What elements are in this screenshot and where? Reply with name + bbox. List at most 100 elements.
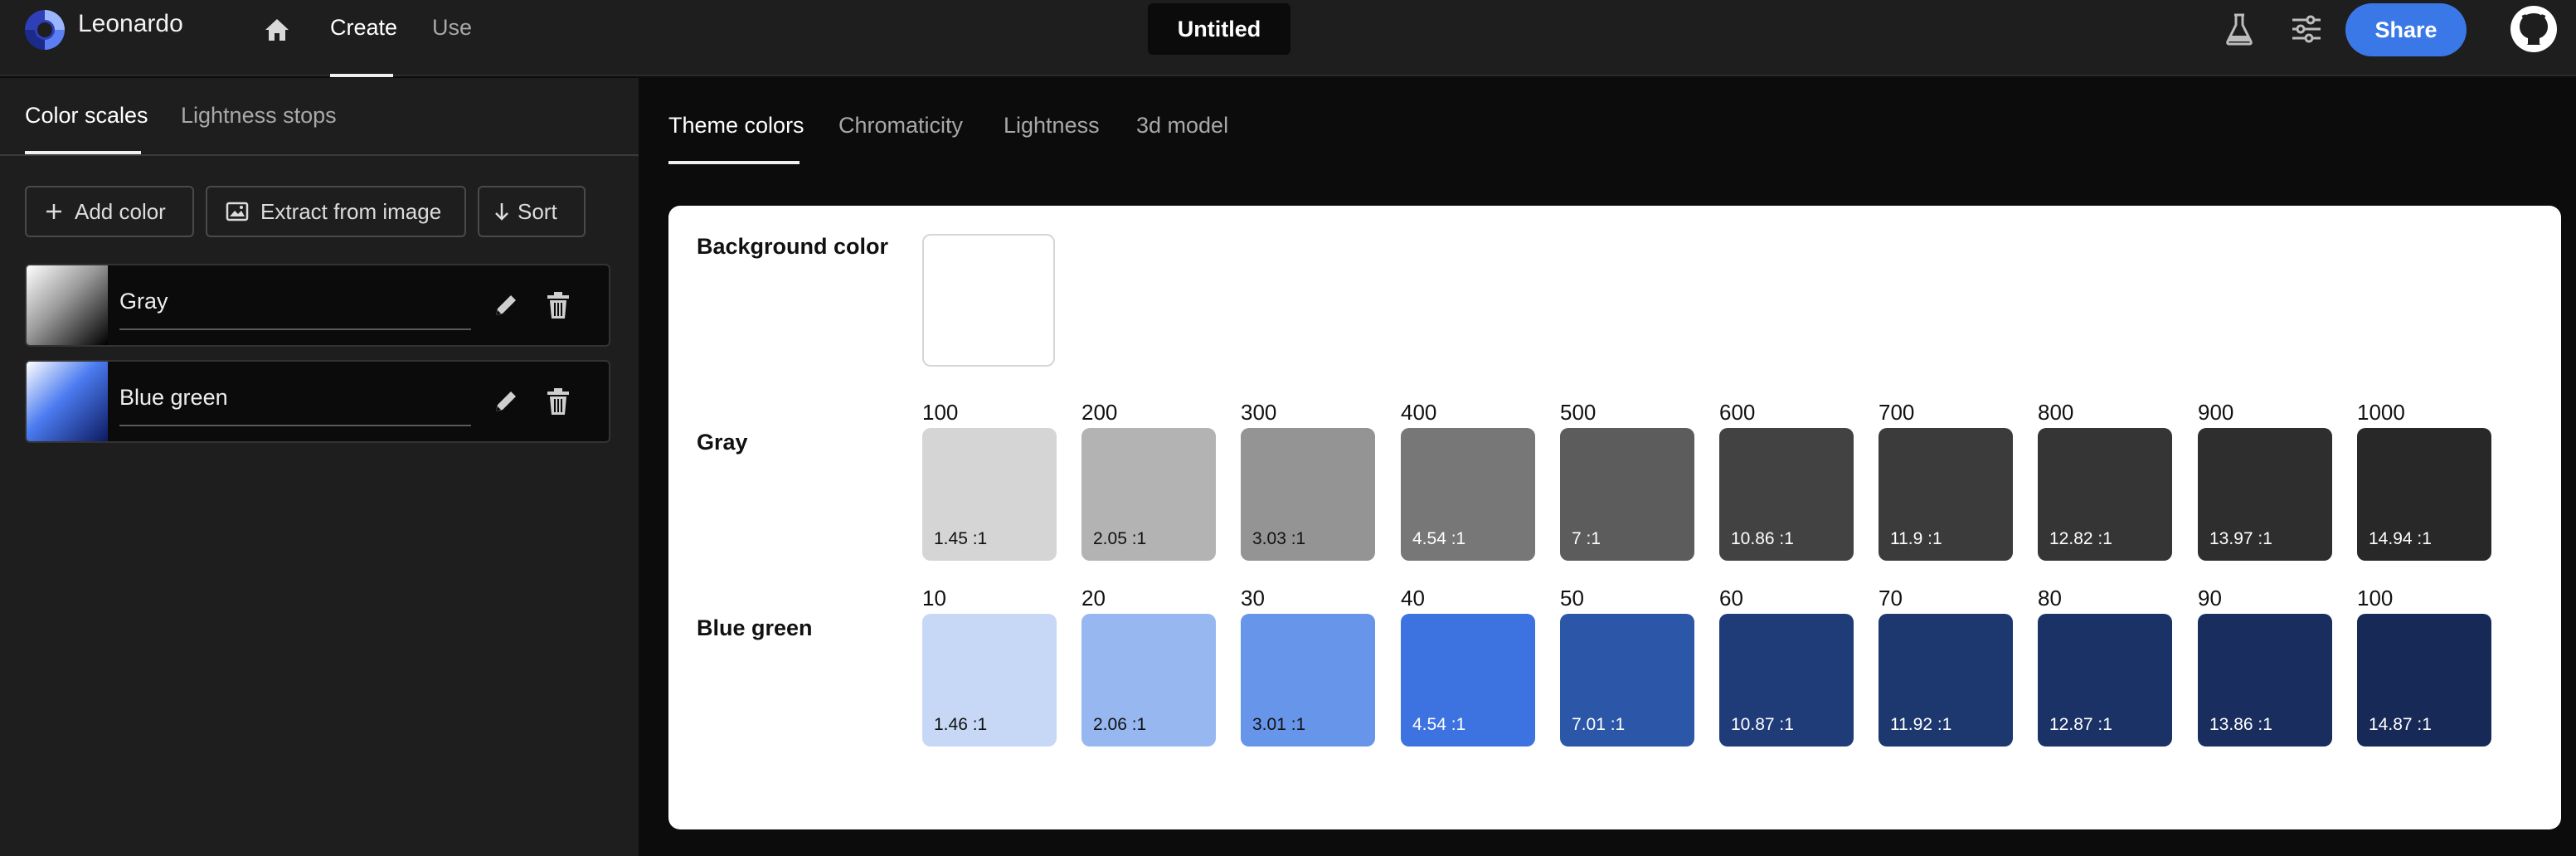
nav-tab-use[interactable]: Use [432,15,472,41]
color-scale-item-gray[interactable]: Gray [25,264,610,347]
step-label: 50 [1560,586,1584,610]
extract-from-image-button[interactable]: Extract from image [206,186,466,237]
tab-lightness[interactable]: Lightness [1004,113,1100,139]
step-label: 900 [2198,400,2234,425]
scale-swatch[interactable] [27,362,108,441]
color-step-swatch[interactable]: 3.03 :1 [1241,428,1375,561]
sort-label: Sort [518,198,557,224]
plus-icon [45,202,63,221]
step-label: 100 [2357,586,2394,610]
add-color-button[interactable]: Add color [25,186,194,237]
color-step-swatch[interactable]: 7 :1 [1560,428,1694,561]
home-icon [265,19,289,41]
contrast-ratio: 2.05 :1 [1093,529,1147,548]
image-icon [226,202,249,221]
step-label: 80 [2038,586,2062,610]
step-label: 300 [1241,400,1277,425]
contrast-ratio: 11.92 :1 [1890,715,1952,734]
color-step-swatch[interactable]: 12.87 :1 [2038,614,2172,747]
color-step-swatch[interactable]: 2.06 :1 [1081,614,1216,747]
color-step-swatch[interactable]: 11.9 :1 [1879,428,2013,561]
top-bar: Leonardo Create Use Untitled Share [0,0,2576,77]
main-tab-active-indicator [668,161,800,164]
contrast-ratio: 3.01 :1 [1252,715,1306,734]
contrast-ratio: 12.87 :1 [2049,715,2112,734]
contrast-ratio: 13.97 :1 [2209,529,2272,548]
trash-icon[interactable] [544,290,572,320]
step-label: 100 [922,400,959,425]
contrast-ratio: 4.54 :1 [1412,715,1466,734]
background-color-swatch[interactable] [922,234,1055,367]
trash-icon[interactable] [544,387,572,416]
color-step-swatch[interactable]: 2.05 :1 [1081,428,1216,561]
contrast-ratio: 10.87 :1 [1731,715,1794,734]
contrast-ratio: 11.9 :1 [1890,529,1942,548]
beaker-icon[interactable] [2223,12,2256,46]
scale-name-field[interactable]: Gray [119,289,168,314]
divider [0,154,639,156]
step-label: 60 [1719,586,1743,610]
color-step-swatch[interactable]: 12.82 :1 [2038,428,2172,561]
sliders-icon[interactable] [2289,12,2324,46]
contrast-ratio: 4.54 :1 [1412,529,1466,548]
home-button[interactable] [259,13,295,46]
sort-button[interactable]: Sort [478,186,586,237]
color-step-swatch[interactable]: 7.01 :1 [1560,614,1694,747]
tab-chromaticity[interactable]: Chromaticity [838,113,963,139]
contrast-ratio: 7.01 :1 [1572,715,1626,734]
color-step-swatch[interactable]: 1.45 :1 [922,428,1057,561]
contrast-ratio: 14.87 :1 [2369,715,2432,734]
arrow-down-icon [494,202,509,221]
leonardo-logo-icon[interactable] [23,8,66,51]
step-label: 70 [1879,586,1903,610]
extract-label: Extract from image [260,198,442,224]
step-label: 40 [1401,586,1425,610]
scale-name-field[interactable]: Blue green [119,385,228,411]
left-panel: Color scales Lightness stops Add color E… [0,78,639,856]
document-title-field[interactable]: Untitled [1148,3,1290,55]
step-label: 600 [1719,400,1756,425]
github-icon[interactable] [2510,5,2558,53]
color-step-swatch[interactable]: 13.86 :1 [2198,614,2332,747]
color-scale-item-blue-green[interactable]: Blue green [25,360,610,443]
color-step-swatch[interactable]: 14.94 :1 [2357,428,2491,561]
input-underline [119,328,471,330]
color-step-swatch[interactable]: 11.92 :1 [1879,614,2013,747]
step-label: 90 [2198,586,2222,610]
color-step-swatch[interactable]: 10.86 :1 [1719,428,1854,561]
app-name: Leonardo [78,10,183,37]
share-button[interactable]: Share [2345,3,2467,56]
pencil-icon[interactable] [491,387,521,416]
add-color-label: Add color [75,198,166,224]
step-label: 20 [1081,586,1106,610]
background-color-label: Background color [697,234,889,259]
step-label: 800 [2038,400,2074,425]
color-step-swatch[interactable]: 4.54 :1 [1401,614,1535,747]
color-step-swatch[interactable]: 4.54 :1 [1401,428,1535,561]
step-label: 500 [1560,400,1597,425]
step-label: 700 [1879,400,1915,425]
tab-theme-colors[interactable]: Theme colors [668,113,804,139]
contrast-ratio: 3.03 :1 [1252,529,1306,548]
tab-3d-model[interactable]: 3d model [1136,113,1228,139]
tab-lightness-stops[interactable]: Lightness stops [181,103,337,129]
contrast-ratio: 7 :1 [1572,529,1601,548]
gray-row-label: Gray [697,430,748,455]
step-label: 400 [1401,400,1437,425]
blue-green-row-label: Blue green [697,615,813,640]
tab-color-scales[interactable]: Color scales [25,103,148,129]
contrast-ratio: 13.86 :1 [2209,715,2272,734]
contrast-ratio: 10.86 :1 [1731,529,1794,548]
pencil-icon[interactable] [491,290,521,320]
scale-swatch[interactable] [27,265,108,345]
color-step-swatch[interactable]: 14.87 :1 [2357,614,2491,747]
contrast-ratio: 14.94 :1 [2369,529,2432,548]
color-step-swatch[interactable]: 1.46 :1 [922,614,1057,747]
theme-colors-card: Background color Gray Blue green 100 1.45… [668,206,2561,829]
color-step-swatch[interactable]: 10.87 :1 [1719,614,1854,747]
color-step-swatch[interactable]: 13.97 :1 [2198,428,2332,561]
contrast-ratio: 1.45 :1 [934,529,988,548]
color-step-swatch[interactable]: 3.01 :1 [1241,614,1375,747]
nav-tab-create[interactable]: Create [330,15,397,41]
step-label: 1000 [2357,400,2405,425]
